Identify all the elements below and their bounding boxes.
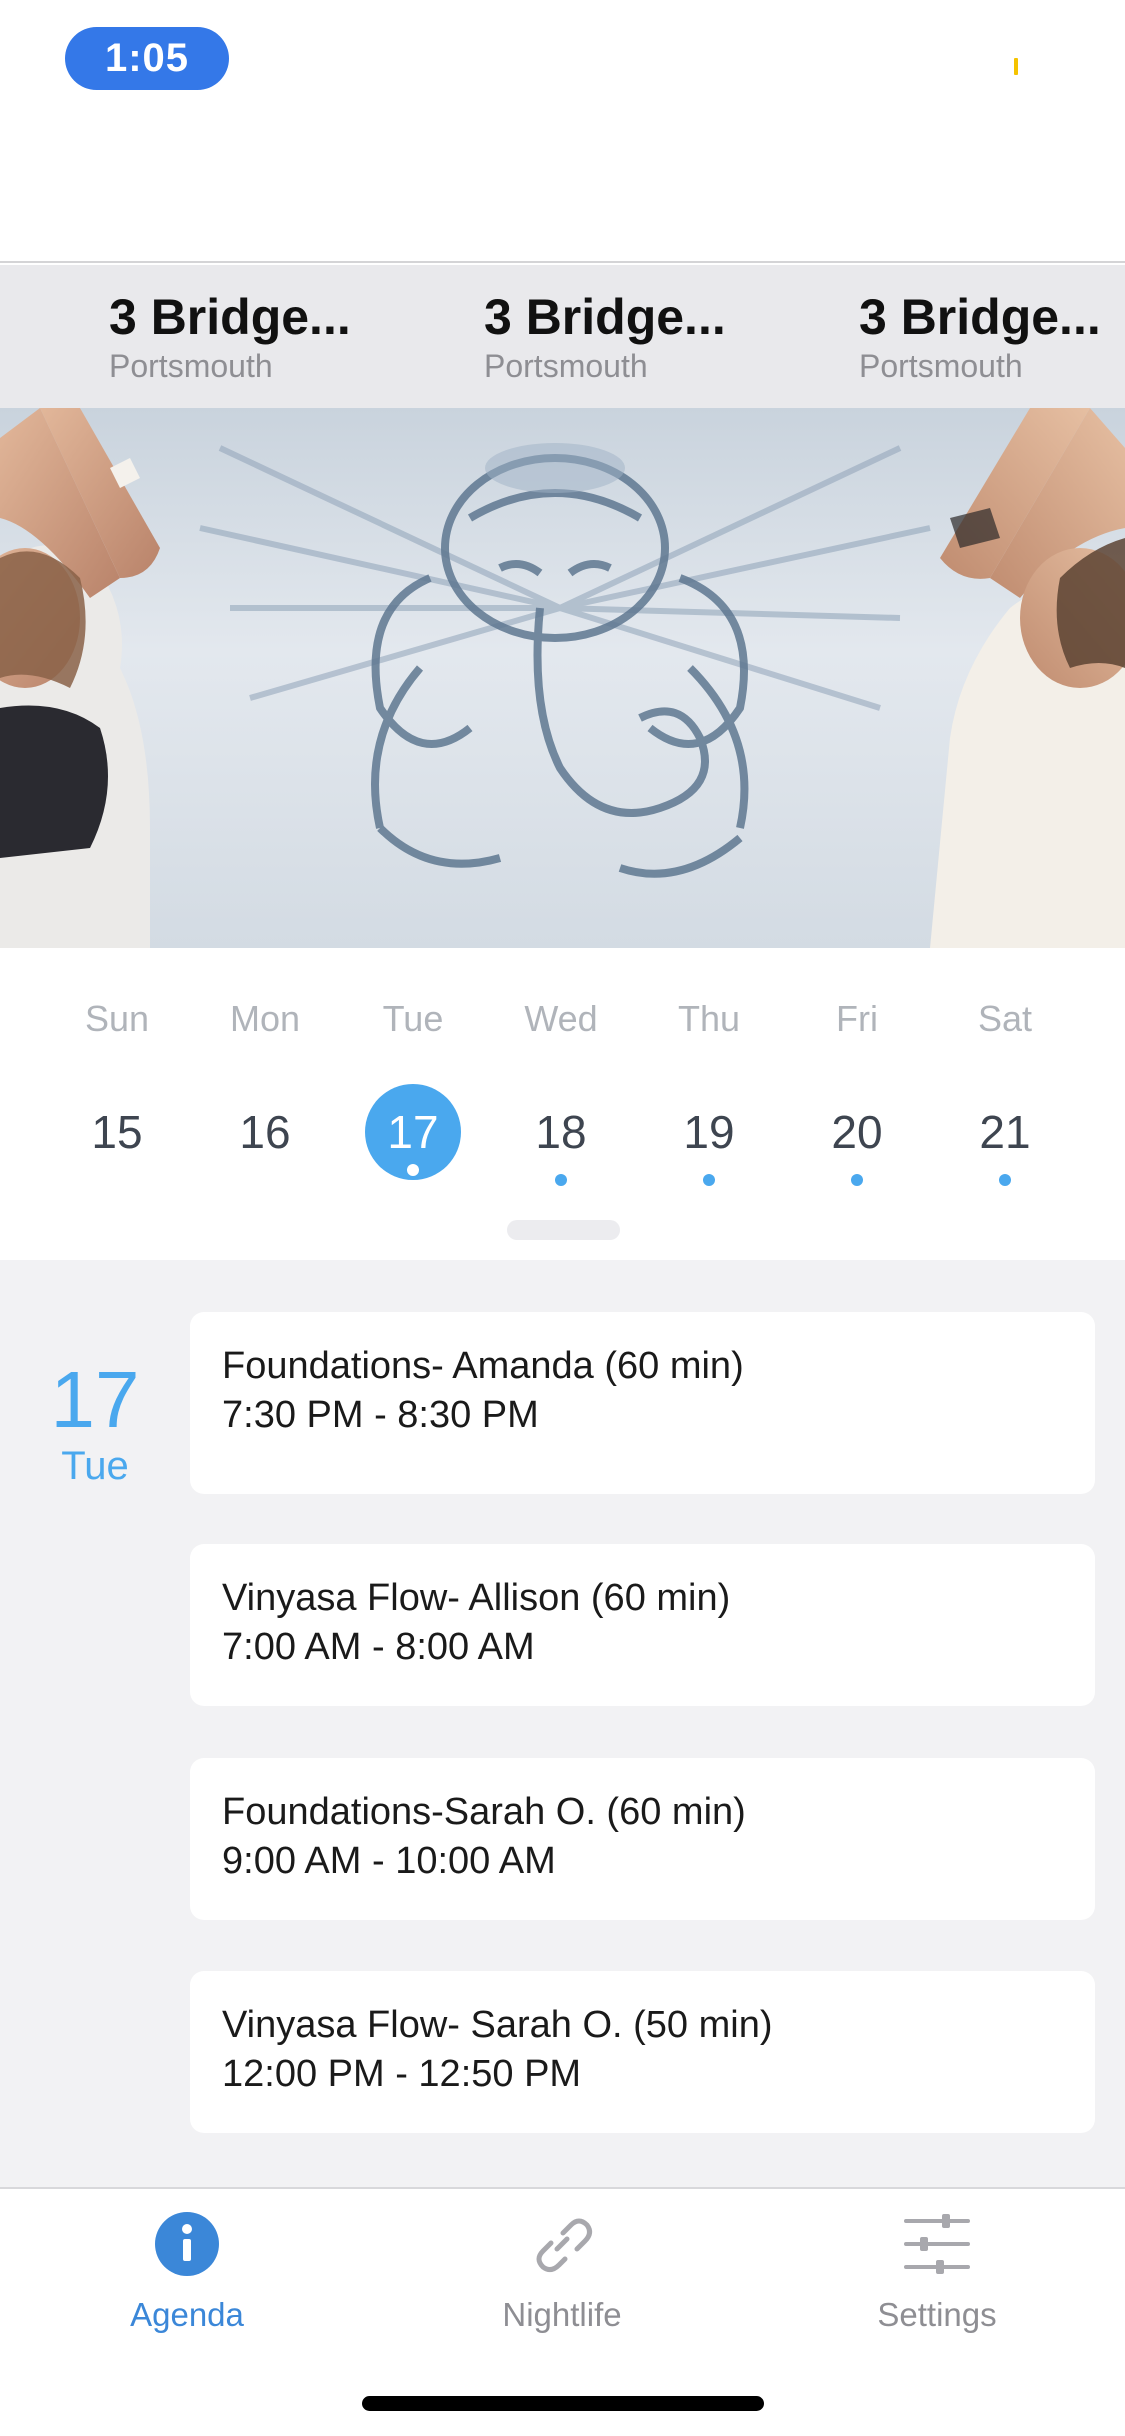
event-dot: [555, 1174, 567, 1186]
event-dot: [999, 1174, 1011, 1186]
status-indicator: [1014, 58, 1018, 75]
day-number: 20: [831, 1106, 883, 1158]
day-number: 21: [979, 1106, 1031, 1158]
event-title: Vinyasa Flow- Sarah O. (50 min): [222, 2004, 773, 2046]
agenda-date-number: 17: [50, 1355, 140, 1444]
link-icon: [536, 2218, 593, 2273]
event-card[interactable]: Vinyasa Flow- Allison (60 min) 7:00 AM -…: [190, 1544, 1095, 1706]
event-card[interactable]: Vinyasa Flow- Sarah O. (50 min) 12:00 PM…: [190, 1971, 1095, 2133]
tab-label: Nightlife: [502, 2296, 622, 2333]
week-calendar: Sun 15 Mon 16 Tue 17 Wed 18 Thu 19 Fri 20 Sat 21: [0, 948, 1125, 1260]
home-indicator[interactable]: [362, 2396, 764, 2411]
event-time: 7:30 PM - 8:30 PM: [222, 1394, 539, 1437]
day-tue[interactable]: Tue 17: [353, 948, 473, 1208]
day-number-cell[interactable]: 18: [513, 1084, 609, 1186]
day-number-cell[interactable]: 16: [217, 1084, 313, 1180]
event-title: Foundations-Sarah O. (60 min): [222, 1791, 746, 1833]
day-number-cell[interactable]: 19: [661, 1084, 757, 1186]
status-time[interactable]: 1:05: [65, 27, 229, 90]
sliders-icon: [904, 2214, 970, 2274]
day-name: Wed: [524, 998, 598, 1039]
venue-name: 3 Bridge...: [109, 289, 351, 345]
agenda-list[interactable]: 17 Tue Foundations- Amanda (60 min) 7:30…: [0, 1260, 1125, 2187]
venue-card[interactable]: 3 Bridge... Portsmouth: [109, 287, 409, 384]
day-name: Tue: [382, 998, 444, 1039]
day-name: Sun: [84, 998, 150, 1039]
day-mon[interactable]: Mon 16: [205, 948, 325, 1208]
tab-label: Settings: [877, 2296, 997, 2333]
tab-agenda[interactable]: Agenda: [77, 2209, 297, 2334]
day-name: Thu: [677, 998, 741, 1039]
event-time: 12:00 PM - 12:50 PM: [222, 2053, 582, 2096]
venue-location: Portsmouth: [109, 348, 273, 384]
venue-hero-image: [0, 408, 1125, 948]
agenda-date-marker: 17 Tue: [40, 1360, 150, 1489]
day-wed[interactable]: Wed 18: [501, 948, 621, 1208]
event-title: Vinyasa Flow- Allison (60 min): [222, 1577, 731, 1619]
drag-handle[interactable]: [507, 1220, 620, 1240]
header-area: [0, 130, 1125, 263]
event-card[interactable]: Foundations- Amanda (60 min) 7:30 PM - 8…: [190, 1312, 1095, 1494]
venue-location: Portsmouth: [859, 348, 1023, 384]
venue-carousel[interactable]: 3 Bridge... Portsmouth 3 Bridge... Ports…: [0, 265, 1125, 408]
event-dot: [407, 1164, 419, 1176]
day-name: Fri: [836, 998, 878, 1039]
tab-nightlife[interactable]: Nightlife: [452, 2209, 672, 2334]
info-icon: [155, 2212, 219, 2276]
venue-name: 3 Bridge...: [859, 289, 1101, 345]
event-time: 7:00 AM - 8:00 AM: [222, 1626, 535, 1669]
hero-illustration: [0, 408, 1125, 948]
venue-name: 3 Bridge...: [484, 289, 726, 345]
venue-card[interactable]: 3 Bridge... Portsmouth: [859, 287, 1125, 384]
day-number: 18: [535, 1106, 587, 1158]
tab-label: Agenda: [130, 2296, 244, 2333]
event-time: 9:00 AM - 10:00 AM: [222, 1840, 556, 1883]
day-number-cell[interactable]: 21: [957, 1084, 1053, 1186]
day-sat[interactable]: Sat 21: [945, 948, 1065, 1208]
day-name: Mon: [229, 998, 301, 1039]
day-name: Sat: [977, 998, 1033, 1039]
day-number-cell[interactable]: 15: [69, 1084, 165, 1180]
day-fri[interactable]: Fri 20: [797, 948, 917, 1208]
day-number: 19: [683, 1106, 735, 1158]
venue-card[interactable]: 3 Bridge... Portsmouth: [484, 287, 784, 384]
tab-settings[interactable]: Settings: [827, 2209, 1047, 2334]
day-number-cell[interactable]: 20: [809, 1084, 905, 1186]
venue-location: Portsmouth: [484, 348, 648, 384]
event-card[interactable]: Foundations-Sarah O. (60 min) 9:00 AM - …: [190, 1758, 1095, 1920]
status-bar: 1:05: [0, 0, 1125, 130]
day-number: 15: [91, 1106, 143, 1158]
event-title: Foundations- Amanda (60 min): [222, 1345, 744, 1387]
day-thu[interactable]: Thu 19: [649, 948, 769, 1208]
day-sun[interactable]: Sun 15: [57, 948, 177, 1208]
event-dot: [703, 1174, 715, 1186]
agenda-date-weekday: Tue: [61, 1444, 129, 1488]
selected-day-circle[interactable]: 17: [365, 1084, 461, 1180]
day-number: 16: [239, 1106, 291, 1158]
event-dot: [851, 1174, 863, 1186]
